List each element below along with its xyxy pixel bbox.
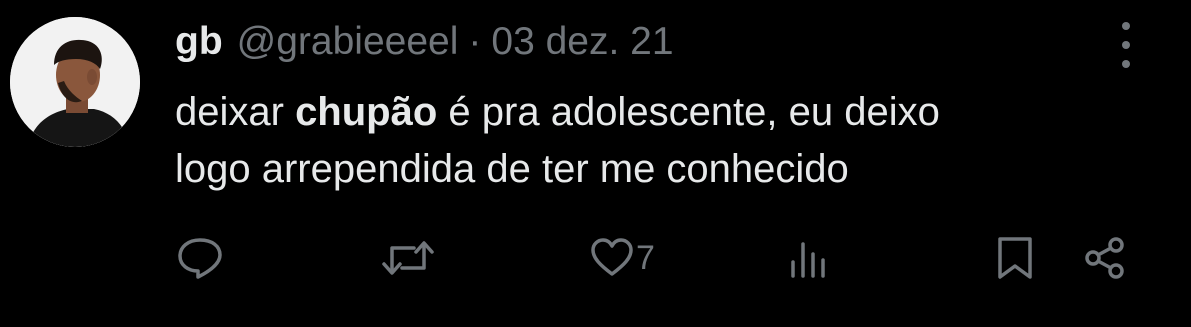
reply-button[interactable] [176, 236, 224, 280]
tweet-header: gb @grabieeeel · 03 dez. 21 [175, 18, 674, 66]
like-count: 7 [636, 239, 655, 277]
bookmark-icon [998, 237, 1032, 279]
views-button[interactable] [789, 236, 829, 280]
avatar[interactable] [10, 17, 140, 147]
tweet-text-bold: chupão [295, 90, 438, 134]
tweet-text: deixar chupão é pra adolescente, eu deix… [175, 84, 1155, 198]
display-name[interactable]: gb [175, 20, 223, 64]
more-dot-icon [1122, 22, 1130, 30]
tweet-text-part: é pra adolescente, eu deixo [437, 90, 940, 134]
tweet-text-part: deixar [175, 90, 296, 134]
retweet-button[interactable] [380, 236, 436, 280]
heart-icon [591, 238, 633, 276]
avatar-image [10, 17, 140, 147]
share-button[interactable] [1083, 236, 1129, 280]
bookmark-button[interactable] [996, 236, 1036, 280]
reply-icon [178, 238, 222, 279]
like-button[interactable]: 7 [590, 236, 655, 280]
views-icon [791, 242, 825, 278]
more-dot-icon [1122, 60, 1130, 68]
tweet-text-line-1: deixar chupão é pra adolescente, eu deix… [175, 84, 1155, 141]
tweet-text-line-2: logo arrependida de ter me conhecido [175, 147, 849, 191]
more-options-button[interactable] [1110, 22, 1142, 68]
tweet-date[interactable]: 03 dez. 21 [491, 20, 673, 64]
tweet: gb @grabieeeel · 03 dez. 21 deixar chupã… [0, 0, 1191, 327]
user-handle[interactable]: @grabieeeel [237, 20, 459, 64]
share-icon [1085, 237, 1124, 279]
more-dot-icon [1122, 41, 1130, 49]
separator-dot: · [468, 20, 482, 63]
retweet-icon [382, 241, 434, 275]
